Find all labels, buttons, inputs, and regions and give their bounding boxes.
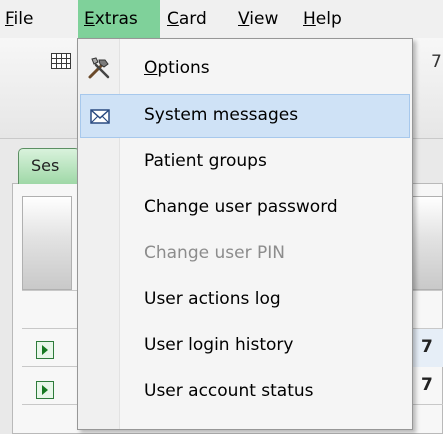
row-expand-icon[interactable] — [36, 341, 54, 359]
menu-help[interactable]: Help — [303, 0, 342, 38]
menu-help-label: elp — [315, 9, 342, 29]
table-cell-value: 7 — [421, 337, 433, 357]
toolbar-partial-text: 7 — [431, 52, 442, 72]
menu-extras-label: xtras — [94, 9, 138, 29]
table-cell[interactable]: 7 — [412, 329, 443, 367]
envelope-icon — [90, 109, 110, 124]
table-header-right — [412, 196, 443, 290]
menu-item-change-user-password-label: Change user password — [144, 197, 338, 217]
tab-sessions[interactable]: Ses — [18, 148, 80, 184]
tab-label: Ses — [31, 156, 60, 175]
menu-item-user-actions-log[interactable]: User actions log — [80, 278, 410, 322]
menu-item-patient-groups-label: Patient groups — [144, 151, 267, 171]
menu-item-options-label: Options — [144, 58, 210, 78]
menu-item-user-login-history[interactable]: User login history — [80, 324, 410, 368]
menu-item-user-actions-log-label: User actions log — [144, 289, 281, 309]
menu-item-system-messages[interactable]: System messages — [80, 94, 410, 138]
table-cell-value: 7 — [421, 375, 433, 395]
menu-item-user-account-status-label: User account status — [144, 381, 314, 401]
menu-item-options-rest: ptions — [157, 58, 210, 78]
menu-item-change-user-password[interactable]: Change user password — [80, 186, 410, 230]
menu-item-change-user-pin-label: Change user PIN — [144, 243, 285, 263]
menu-card-label: ard — [178, 9, 207, 29]
tools-icon — [88, 57, 110, 79]
menu-item-user-account-status[interactable]: User account status — [80, 370, 410, 414]
menu-item-system-messages-label: System messages — [144, 105, 299, 125]
menu-file-label: ile — [13, 9, 34, 29]
menu-help-mnemonic: H — [303, 9, 316, 29]
menu-extras-mnemonic: E — [84, 9, 95, 29]
table-cell[interactable]: 7 — [412, 367, 443, 405]
row-expand-icon[interactable] — [36, 381, 54, 399]
grid-icon[interactable] — [51, 53, 71, 69]
menu-item-change-user-pin: Change user PIN — [80, 232, 410, 276]
menu-file-mnemonic: F — [5, 9, 14, 29]
menu-file[interactable]: File — [5, 0, 33, 38]
menu-card[interactable]: Card — [167, 0, 207, 38]
menu-card-mnemonic: C — [167, 9, 179, 29]
table-header-left — [22, 196, 72, 290]
menu-item-options-mnemonic: O — [144, 58, 158, 78]
menu-item-patient-groups[interactable]: Patient groups — [80, 140, 410, 184]
menu-view-mnemonic: V — [238, 9, 250, 29]
menu-view-label: iew — [249, 9, 279, 29]
menu-view[interactable]: View — [238, 0, 278, 38]
menu-item-user-login-history-label: User login history — [144, 335, 294, 355]
menu-extras[interactable]: Extras — [78, 0, 160, 38]
menu-item-options[interactable]: Options — [80, 47, 410, 91]
menu-bar: File Extras Card View Help — [0, 0, 443, 38]
extras-menu: Options System messages Patient groups C… — [77, 38, 413, 430]
